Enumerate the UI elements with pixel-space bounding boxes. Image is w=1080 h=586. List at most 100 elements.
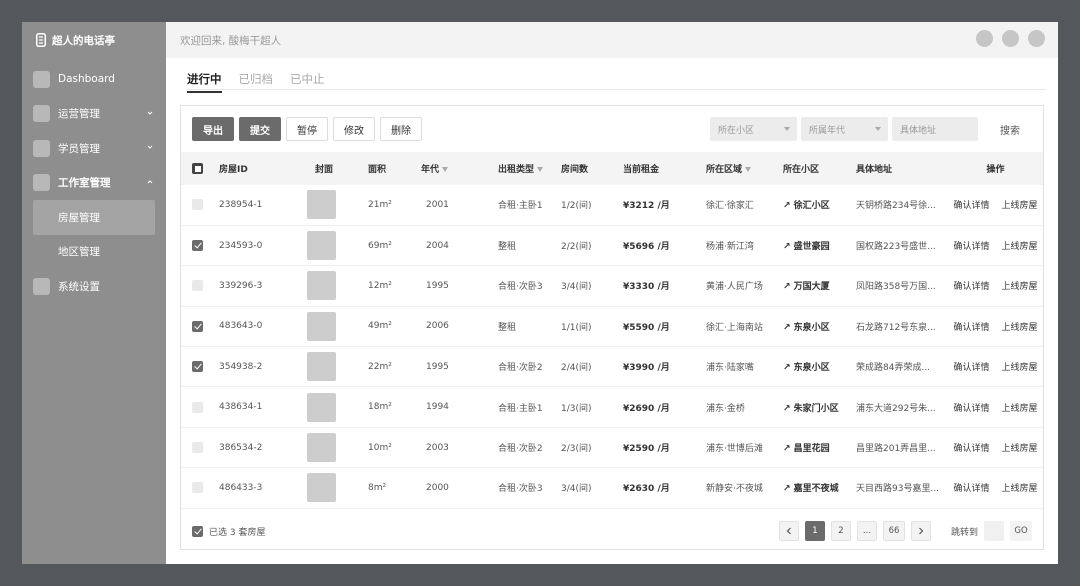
sidebar-item-students[interactable]: 学员管理 (22, 131, 166, 166)
jump-page-input[interactable] (984, 521, 1004, 541)
row-checkbox[interactable] (192, 442, 203, 454)
confirm-details-link[interactable]: 确认详情 (953, 363, 989, 373)
go-online-link[interactable]: 上线房屋 (1002, 323, 1038, 333)
cell-rooms: 3/4(间) (561, 467, 623, 509)
select-all-checkbox[interactable] (192, 163, 203, 174)
year-select-placeholder: 所属年代 (809, 125, 846, 136)
export-button[interactable]: 导出 (192, 117, 234, 141)
table-row[interactable]: 339296-3 12m² 1995 合租·次卧3 3/4(间) ¥3330 /月 黄浦·人… (181, 265, 1043, 307)
window-button[interactable] (1002, 30, 1019, 47)
sidebar-item-operations[interactable]: 运营管理 (22, 97, 166, 132)
confirm-details-link[interactable]: 确认详情 (953, 484, 989, 494)
community-link[interactable]: ↗ 昌里花园 (771, 427, 844, 469)
cover-image[interactable] (307, 311, 336, 341)
table-row[interactable]: 238954-1 21m² 2001 合租·主卧1 1/2(间) ¥3212 /月 徐汇·徐… (181, 185, 1043, 226)
cell-ops: 确认详情 上线房屋 (948, 346, 1043, 388)
go-online-link[interactable]: 上线房屋 (1002, 363, 1038, 373)
go-online-link[interactable]: 上线房屋 (1002, 484, 1038, 494)
sidebar-item-settings[interactable]: 系统设置 (22, 269, 166, 304)
community-link[interactable]: ↗ 徐汇小区 (771, 185, 844, 226)
cell-id: 483643-0 (219, 306, 307, 348)
cell-area: 10m² (368, 427, 421, 469)
cover-image[interactable] (307, 473, 336, 503)
table-row[interactable]: 234593-0 69m² 2004 整租 2/2(间) ¥5696 /月 杨浦·新江湾 ↗ … (181, 225, 1043, 267)
sidebar-subitem-regions[interactable]: 地区管理 (22, 235, 166, 270)
go-button[interactable]: GO (1010, 521, 1032, 541)
confirm-details-link[interactable]: 确认详情 (953, 444, 989, 454)
window-button[interactable] (1028, 30, 1045, 47)
page-button-1[interactable]: 1 (804, 521, 825, 541)
delete-button[interactable]: 删除 (380, 117, 422, 141)
sidebar-subitem-houses[interactable]: 房屋管理 (33, 200, 155, 235)
year-select[interactable]: 所属年代 (801, 117, 888, 141)
row-checkbox[interactable] (192, 482, 203, 494)
cover-image[interactable] (307, 231, 336, 261)
sidebar-item-dashboard[interactable]: Dashboard (22, 62, 166, 97)
chevron-left-icon (786, 527, 791, 535)
row-checkbox[interactable] (192, 401, 203, 413)
cell-id: 238954-1 (219, 185, 307, 226)
cell-area: 69m² (368, 225, 421, 267)
settings-icon (33, 277, 50, 295)
community-link[interactable]: ↗ 万国大厦 (771, 265, 844, 307)
community-link[interactable]: ↗ 嘉里不夜城 (771, 467, 844, 509)
row-checkbox[interactable] (192, 199, 203, 211)
table-row[interactable]: 354938-2 22m² 1995 合租·次卧2 2/4(间) ¥3990 /月 浦东·陆… (181, 346, 1043, 388)
table-row[interactable]: 438634-1 18m² 1994 合租·主卧1 1/3(间) ¥2690 /月 浦东·金… (181, 386, 1043, 428)
row-checkbox[interactable] (192, 361, 203, 373)
table-row[interactable]: 483643-0 49m² 2006 整租 1/1(间) ¥5590 /月 徐汇·上海南站 ↗… (181, 306, 1043, 348)
cell-year: 2003 (421, 427, 486, 469)
community-link[interactable]: ↗ 朱家门小区 (771, 386, 844, 428)
sidebar: 超人的电话亭 Dashboard 运营管理 学员管理 工作室管理 房屋管理 地区… (22, 22, 166, 564)
cell-rent: ¥2690 /月 (623, 386, 696, 428)
confirm-details-link[interactable]: 确认详情 (953, 323, 989, 333)
community-link[interactable]: ↗ 东泉小区 (771, 306, 844, 348)
filter-icon[interactable] (537, 167, 544, 172)
confirm-details-link[interactable]: 确认详情 (953, 404, 989, 414)
confirm-details-link[interactable]: 确认详情 (953, 201, 989, 211)
cover-image[interactable] (307, 352, 336, 382)
sidebar-item-studio[interactable]: 工作室管理 (22, 166, 166, 201)
cover-image[interactable] (307, 433, 336, 463)
sidebar-subitem-label: 房屋管理 (58, 211, 100, 224)
edit-button[interactable]: 修改 (333, 117, 375, 141)
submit-button[interactable]: 提交 (239, 117, 281, 141)
jump-label: 跳转到 (950, 527, 978, 538)
cover-image[interactable] (307, 271, 336, 301)
community-link[interactable]: ↗ 盛世豪园 (771, 225, 844, 267)
cell-cover (307, 467, 368, 509)
table-row[interactable]: 386534-2 10m² 2003 合租·次卧2 2/3(间) ¥2590 /月 浦东·世… (181, 427, 1043, 469)
go-online-link[interactable]: 上线房屋 (1002, 282, 1038, 292)
table-row[interactable]: 486433-3 8m² 2000 合租·次卧3 3/4(间) ¥2630 /月 新静安·不… (181, 467, 1043, 509)
cell-rent: ¥2630 /月 (623, 467, 696, 509)
row-checkbox[interactable] (192, 280, 203, 292)
confirm-details-link[interactable]: 确认详情 (953, 282, 989, 292)
filter-icon[interactable] (442, 167, 449, 172)
go-online-link[interactable]: 上线房屋 (1002, 444, 1038, 454)
search-button[interactable]: 搜索 (982, 117, 1032, 141)
selection-checkbox[interactable] (192, 526, 203, 537)
go-online-link[interactable]: 上线房屋 (1002, 201, 1038, 211)
cover-image[interactable] (307, 392, 336, 422)
pause-button[interactable]: 暂停 (286, 117, 328, 141)
address-input[interactable]: 具体地址 (892, 117, 978, 141)
community-link[interactable]: ↗ 东泉小区 (771, 346, 844, 388)
row-checkbox[interactable] (192, 320, 203, 332)
community-select[interactable]: 所在小区 (710, 117, 797, 141)
filter-icon[interactable] (745, 167, 752, 172)
page-ellipsis[interactable]: ... (856, 521, 877, 541)
confirm-details-link[interactable]: 确认详情 (953, 242, 989, 252)
window-button[interactable] (976, 30, 993, 47)
welcome-text: 欢迎回来, 酸梅干超人 (180, 34, 282, 47)
go-online-link[interactable]: 上线房屋 (1002, 242, 1038, 252)
row-checkbox[interactable] (192, 240, 203, 252)
next-page-button[interactable] (910, 521, 931, 541)
page-button-last[interactable]: 66 (882, 521, 905, 541)
col-type-cell: 出租类型 (486, 152, 561, 185)
cover-image[interactable] (307, 190, 336, 220)
community-select-placeholder: 所在小区 (718, 125, 755, 136)
page-button-2[interactable]: 2 (830, 521, 851, 541)
prev-page-button[interactable] (778, 521, 799, 541)
go-online-link[interactable]: 上线房屋 (1002, 404, 1038, 414)
sidebar-item-label: 学员管理 (58, 142, 100, 155)
